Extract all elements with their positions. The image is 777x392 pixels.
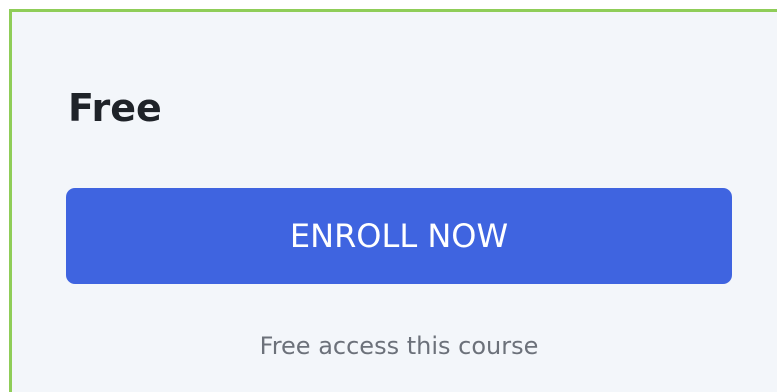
enroll-now-button[interactable]: ENROLL NOW <box>66 188 732 284</box>
price-label: Free <box>68 86 162 130</box>
course-enroll-card: Free ENROLL NOW Free access this course <box>9 9 777 392</box>
access-note: Free access this course <box>259 332 539 360</box>
